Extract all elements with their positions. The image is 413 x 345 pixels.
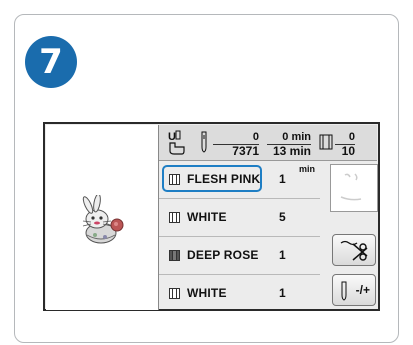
thread-cut-button[interactable] [332,234,376,266]
thread-name: WHITE [187,286,227,300]
thread-color-list: FLESH PINK 1 min WHITE 5 DEEP ROSE 1 WHI… [159,161,320,312]
embroidery-screen: U 0 7371 0 min 13 min 0 10 FLESH PINK 1 … [43,122,380,311]
stitch-counter: 0 7371 [213,132,259,157]
status-bar: U 0 7371 0 min 13 min 0 10 [159,125,377,161]
thread-row[interactable]: WHITE 1 [159,275,320,312]
embroidery-preview [46,125,159,310]
time-unit-label: min [299,164,316,174]
thread-row[interactable]: DEEP ROSE 1 [159,237,320,275]
thread-spool-icon [319,134,333,150]
needle-icon [201,131,207,153]
thread-swatch-icon [169,174,180,185]
thread-row[interactable]: FLESH PINK 1 min [159,161,320,199]
thread-name: FLESH PINK [187,172,261,186]
thread-time: 5 [279,210,286,224]
presser-foot-icon: U [168,130,185,155]
step-number-badge: 7 [25,36,77,88]
thread-name: WHITE [187,210,227,224]
color-total: 10 [341,144,355,158]
thread-name: DEEP ROSE [187,248,259,262]
thread-time: 1 [279,248,286,262]
tension-label: -/+ [355,283,370,297]
needle-icon [341,281,347,301]
time-counter: 0 min 13 min [267,132,311,157]
thread-time: 1 [279,172,286,186]
current-color-preview [330,164,378,212]
thread-swatch-icon [169,250,180,261]
bunny-design-icon [82,195,124,244]
scissors-icon [340,240,368,261]
svg-text:U: U [168,131,176,143]
time-total: 13 min [272,144,311,158]
thread-tension-button[interactable]: -/+ [332,274,376,306]
thread-swatch-icon [169,212,180,223]
stitch-total: 7371 [232,144,259,158]
thread-time: 1 [279,286,286,300]
thread-swatch-icon [169,288,180,299]
thread-row[interactable]: WHITE 5 [159,199,320,237]
color-counter: 0 10 [335,132,355,157]
color-segment-icon [340,173,362,201]
